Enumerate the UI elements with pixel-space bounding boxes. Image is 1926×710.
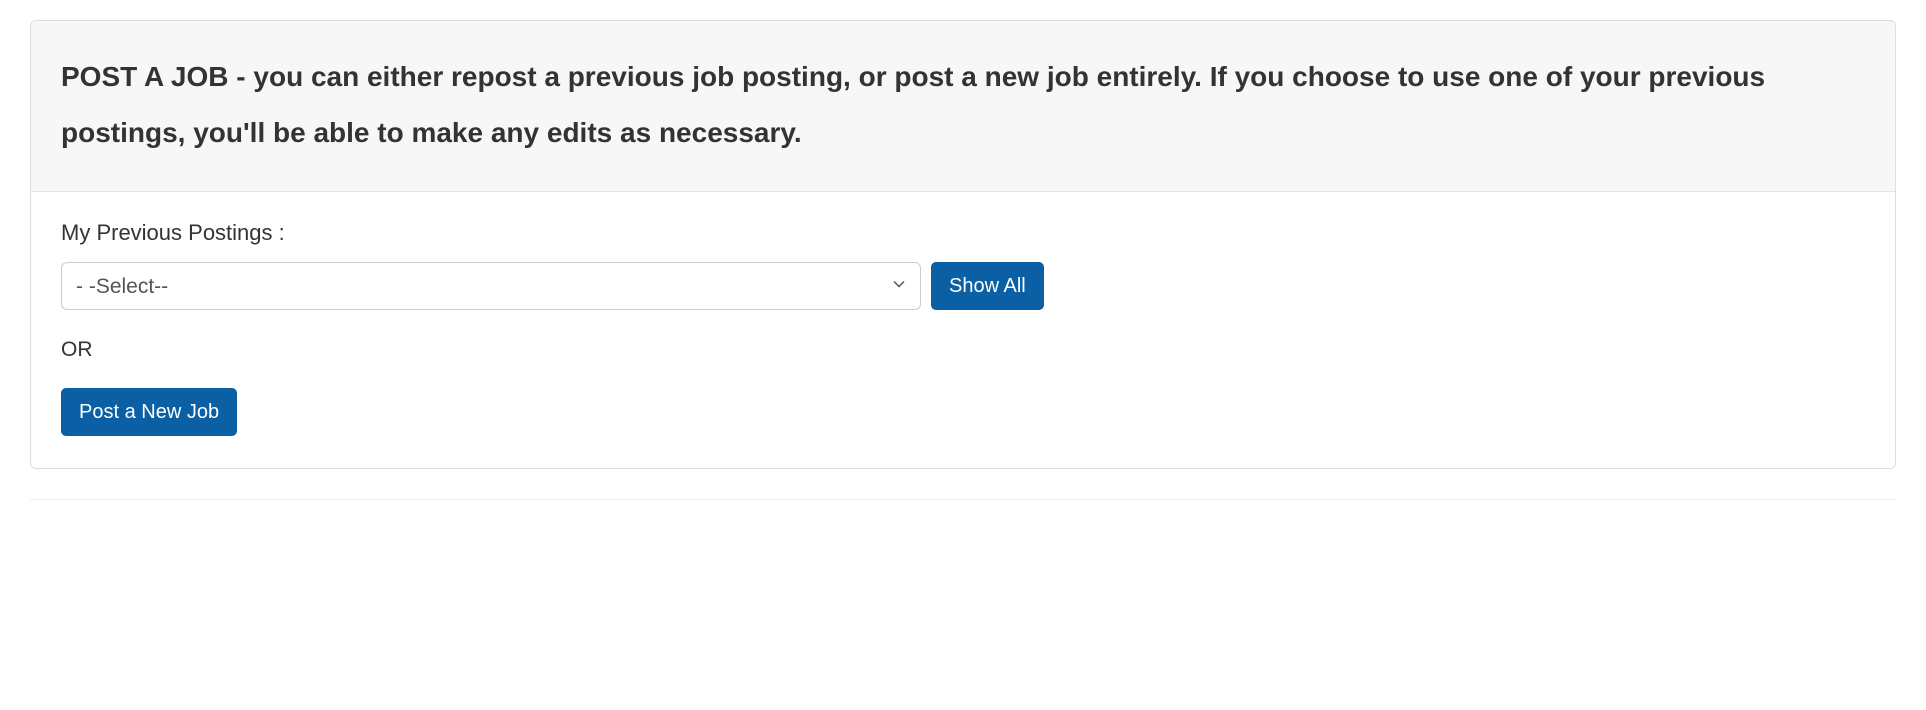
- page-title: POST A JOB - you can either repost a pre…: [61, 49, 1865, 161]
- show-all-button[interactable]: Show All: [931, 262, 1044, 310]
- card-body: My Previous Postings : - -Select-- Show …: [31, 192, 1895, 468]
- post-job-card: POST A JOB - you can either repost a pre…: [30, 20, 1896, 469]
- previous-postings-label: My Previous Postings :: [61, 220, 1865, 246]
- select-row: - -Select-- Show All: [61, 262, 1865, 310]
- or-divider-text: OR: [61, 338, 1865, 362]
- bottom-divider: [30, 499, 1896, 500]
- card-header: POST A JOB - you can either repost a pre…: [31, 21, 1895, 192]
- previous-postings-select[interactable]: - -Select--: [61, 262, 921, 310]
- select-wrapper: - -Select--: [61, 262, 921, 310]
- post-new-job-button[interactable]: Post a New Job: [61, 388, 237, 436]
